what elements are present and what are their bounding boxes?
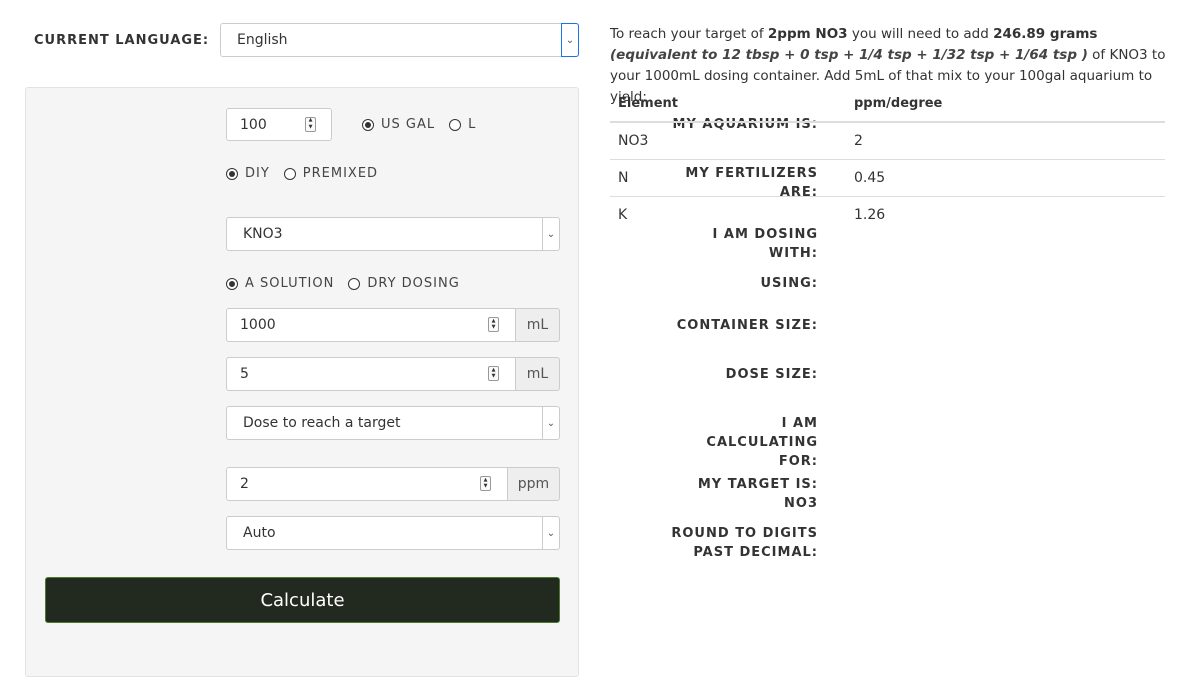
table-cell: K (618, 207, 628, 223)
spinner-icon[interactable]: ▲ ▼ (488, 366, 499, 381)
radio-selected-icon (362, 118, 374, 131)
target-input[interactable]: 2 ▲ ▼ (226, 467, 508, 501)
radio-dry-dosing[interactable]: DRY DOSING (348, 276, 459, 291)
table-cell: NO3 (610, 122, 846, 160)
using-label: USING: (760, 276, 818, 291)
container-size-unit: mL (516, 308, 560, 342)
target-label: MY TARGET IS: NO3 (697, 477, 818, 511)
radio-a-solution-label: A SOLUTION (245, 276, 335, 291)
dose-size-label: DOSE SIZE: (725, 367, 818, 382)
target-value: 2 (240, 476, 249, 492)
language-select[interactable]: English ⌄ (220, 23, 579, 57)
fertilizer-type-radio-group: DIY PREMIXED (226, 166, 392, 181)
result-text: you will need to add (847, 26, 994, 42)
radio-liters[interactable]: L (449, 117, 476, 132)
calculating-for-value: Dose to reach a target (243, 415, 401, 431)
container-size-value: 1000 (240, 317, 276, 333)
spinner-icon[interactable]: ▲ ▼ (480, 476, 491, 491)
radio-us-gal[interactable]: US GAL (362, 117, 435, 132)
table-cell: 0.45 (846, 159, 1165, 197)
dose-size-value: 5 (240, 366, 249, 382)
table-header-row: Element ppm/degree (610, 92, 1165, 123)
round-digits-label: ROUND TO DIGITS PAST DECIMAL: (671, 526, 818, 560)
table-cell: N (610, 159, 846, 197)
radio-diy-label: DIY (245, 166, 270, 181)
result-target: 2ppm NO3 (767, 26, 848, 42)
radio-dry-dosing-label: DRY DOSING (367, 276, 460, 291)
radio-premixed-label: PREMIXED (302, 166, 379, 181)
chevron-down-icon[interactable]: ⌄ (542, 517, 559, 549)
table-cell: 1.26 (854, 207, 886, 223)
calculate-button[interactable]: Calculate (45, 577, 560, 623)
radio-a-solution[interactable]: A SOLUTION (226, 276, 334, 291)
dosing-with-select[interactable]: KNO3 ⌄ (226, 217, 560, 251)
current-language-label: CURRENT LANGUAGE: (34, 33, 210, 48)
spinner-icon[interactable]: ▲ ▼ (488, 317, 499, 332)
radio-selected-icon (226, 167, 238, 180)
result-grams: 246.89 grams (993, 26, 1098, 42)
aquarium-volume-value: 100 (240, 116, 267, 133)
radio-unselected-icon (283, 167, 296, 180)
result-equivalent: (equivalent to 12 tbsp + 0 tsp + 1/4 tsp… (610, 47, 1088, 63)
dose-size-input[interactable]: 5 ▲ ▼ (226, 357, 516, 391)
dose-size-unit: mL (516, 357, 560, 391)
spinner-icon[interactable]: ▲ ▼ (305, 116, 316, 132)
results-table: Element ppm/degree NO3 2 N 0.45 K 1.26 (610, 92, 1165, 233)
result-text: To reach your target of (610, 26, 768, 42)
target-unit: ppm (508, 467, 560, 501)
radio-us-gal-label: US GAL (381, 117, 436, 132)
round-digits-select[interactable]: Auto ⌄ (226, 516, 560, 550)
column-header-ppm: ppm/degree (846, 92, 1165, 123)
chevron-down-icon[interactable]: ⌄ (542, 218, 559, 250)
chevron-down-icon[interactable]: ⌄ (542, 407, 559, 439)
radio-liters-label: L (468, 117, 477, 132)
calculating-for-select[interactable]: Dose to reach a target ⌄ (226, 406, 560, 440)
dosing-method-radio-group: A SOLUTION DRY DOSING (226, 276, 474, 291)
radio-unselected-icon (348, 277, 361, 290)
volume-unit-radio-group: US GAL L (362, 117, 490, 132)
radio-selected-icon (226, 277, 238, 290)
round-digits-value: Auto (243, 525, 276, 541)
table-row: NO3 2 (610, 122, 1165, 160)
calculating-for-label: I AM CALCULATING FOR: (706, 416, 818, 469)
chevron-down-icon[interactable]: ⌄ (561, 23, 579, 57)
radio-diy[interactable]: DIY (226, 166, 270, 181)
table-row: N 0.45 (610, 159, 1165, 197)
radio-unselected-icon (449, 118, 462, 131)
column-header-element: Element (610, 92, 846, 123)
language-select-value: English (237, 32, 288, 48)
radio-premixed[interactable]: PREMIXED (283, 166, 379, 181)
container-size-input[interactable]: 1000 ▲ ▼ (226, 308, 516, 342)
dosing-with-value: KNO3 (243, 226, 283, 242)
container-size-label: CONTAINER SIZE: (676, 318, 818, 333)
aquarium-volume-input[interactable]: 100 ▲ ▼ (226, 108, 332, 141)
table-cell: 2 (846, 122, 1165, 160)
table-row: K 1.26 (610, 197, 1165, 234)
